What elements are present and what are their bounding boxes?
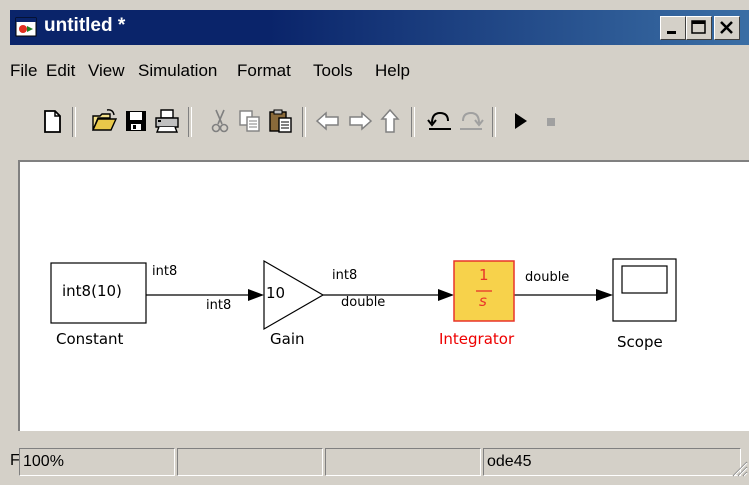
model-canvas[interactable]: int8(10) 10 1 s Constant Gain Integrator… (18, 160, 749, 431)
menu-help[interactable]: Help (375, 61, 410, 81)
arrowhead (248, 289, 264, 301)
play-icon[interactable] (506, 107, 534, 135)
window-title: untitled * (44, 15, 126, 36)
toolbar-separator (492, 107, 496, 137)
signal-type-integrator-in: double (341, 295, 386, 310)
close-button[interactable] (714, 16, 740, 40)
redo-icon[interactable] (457, 107, 485, 135)
scope-screen-icon (621, 265, 668, 294)
status-bar: F 100% ode45 (10, 445, 749, 485)
minimize-icon (667, 31, 676, 34)
resize-grip-icon[interactable] (730, 459, 748, 477)
close-icon (720, 21, 733, 34)
up-arrow-icon[interactable] (376, 107, 404, 135)
integrator-numerator: 1 (479, 266, 489, 284)
solver-status: ode45 (483, 448, 741, 476)
simulink-app-icon[interactable] (15, 16, 37, 38)
constant-name[interactable]: Constant (56, 330, 123, 348)
signal-type-gain-in: int8 (206, 298, 232, 313)
toolbar (10, 99, 749, 151)
arrowhead (438, 289, 454, 301)
toolbar-separator (188, 107, 192, 137)
signal-type-constant-out: int8 (152, 264, 178, 279)
arrowhead (596, 289, 613, 301)
menu-edit[interactable]: Edit (46, 61, 75, 81)
save-icon[interactable] (122, 107, 150, 135)
constant-value: int8(10) (62, 282, 122, 300)
title-bar[interactable]: untitled * (10, 10, 749, 45)
copy-icon[interactable] (236, 107, 264, 135)
maximize-icon (691, 20, 706, 34)
menu-view[interactable]: View (88, 61, 125, 81)
signal-type-integrator-out: double (525, 270, 570, 285)
menu-format[interactable]: Format (237, 61, 291, 81)
stop-icon[interactable] (536, 107, 564, 135)
status-field-empty-1 (177, 448, 323, 476)
integrator-denominator: s (479, 292, 487, 310)
status-field-empty-2 (325, 448, 481, 476)
menu-file[interactable]: File (10, 61, 37, 81)
zoom-status: 100% (19, 448, 175, 476)
gain-value: 10 (266, 284, 286, 302)
signal-type-gain-out: int8 (332, 268, 358, 283)
open-folder-icon[interactable] (90, 107, 118, 135)
paste-icon[interactable] (267, 107, 295, 135)
simulink-window: untitled * File Edit View Simulation For… (0, 0, 749, 485)
menu-tools[interactable]: Tools (313, 61, 353, 81)
back-arrow-icon[interactable] (314, 107, 342, 135)
toolbar-separator (302, 107, 306, 137)
integrator-name[interactable]: Integrator (439, 330, 514, 348)
scope-name[interactable]: Scope (617, 333, 663, 351)
forward-arrow-icon[interactable] (346, 107, 374, 135)
gain-name[interactable]: Gain (270, 330, 305, 348)
menu-simulation[interactable]: Simulation (138, 61, 217, 81)
minimize-button[interactable] (660, 16, 686, 40)
undo-icon[interactable] (426, 107, 454, 135)
toolbar-separator (72, 107, 76, 137)
toolbar-separator (411, 107, 415, 137)
maximize-button[interactable] (686, 16, 712, 40)
new-file-icon[interactable] (38, 107, 66, 135)
print-icon[interactable] (153, 107, 181, 135)
cut-icon[interactable] (206, 107, 234, 135)
